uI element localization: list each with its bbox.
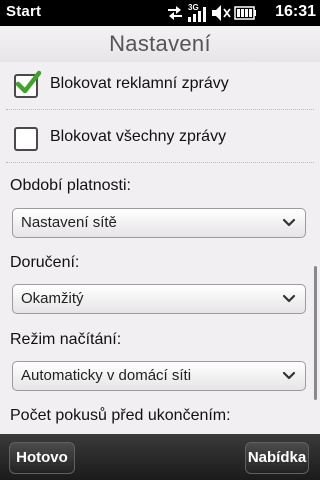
divider	[6, 162, 314, 163]
menu-button[interactable]: Nabídka	[245, 442, 309, 474]
chevron-down-icon	[282, 218, 296, 227]
clock: 16:31	[275, 3, 316, 20]
data-transfer-icon	[168, 6, 182, 20]
volume-muted-icon	[212, 5, 231, 21]
status-icons: 3G	[166, 2, 266, 24]
softkey-bar: Hotovo Nabídka	[0, 434, 320, 480]
status-bar: Start 3G 16:31	[0, 0, 320, 26]
validity-period-label: Období platnosti:	[10, 177, 131, 194]
checkbox-block-all[interactable]: Blokovat všechny zprávy	[0, 117, 320, 165]
checkbox-block-ads[interactable]: Blokovat reklamní zprávy	[0, 64, 320, 112]
chevron-down-icon	[282, 371, 296, 380]
checkbox-unchecked[interactable]	[14, 127, 38, 151]
chevron-down-icon	[282, 294, 296, 303]
download-mode-dropdown[interactable]: Automaticky v domácí síti	[12, 361, 306, 391]
retry-count-label: Počet pokusů před ukončením:	[10, 407, 231, 424]
battery-icon	[234, 6, 256, 20]
checkbox-checked[interactable]	[14, 70, 42, 98]
divider	[6, 109, 314, 110]
title-bar: Nastavení	[0, 26, 320, 63]
download-mode-label: Režim načítání:	[10, 331, 122, 348]
checkmark-icon	[15, 70, 42, 94]
page-title: Nastavení	[109, 31, 211, 56]
scrollbar[interactable]	[314, 266, 317, 400]
signal-3g-icon: 3G	[188, 3, 206, 22]
delivery-label: Doručení:	[10, 254, 80, 271]
done-button[interactable]: Hotovo	[9, 442, 75, 474]
settings-content: Blokovat reklamní zprávy Blokovat všechn…	[0, 62, 320, 434]
dropdown-value: Nastavení sítě	[21, 214, 117, 231]
checkbox-label-block-ads: Blokovat reklamní zprávy	[50, 75, 229, 92]
delivery-dropdown[interactable]: Okamžitý	[12, 284, 306, 314]
validity-period-dropdown[interactable]: Nastavení sítě	[12, 208, 306, 238]
checkbox-label-block-all: Blokovat všechny zprávy	[50, 128, 227, 145]
dropdown-value: Automaticky v domácí síti	[21, 367, 192, 384]
start-button[interactable]: Start	[6, 3, 41, 20]
dropdown-value: Okamžitý	[21, 290, 84, 307]
network-type-label: 3G	[188, 3, 199, 12]
